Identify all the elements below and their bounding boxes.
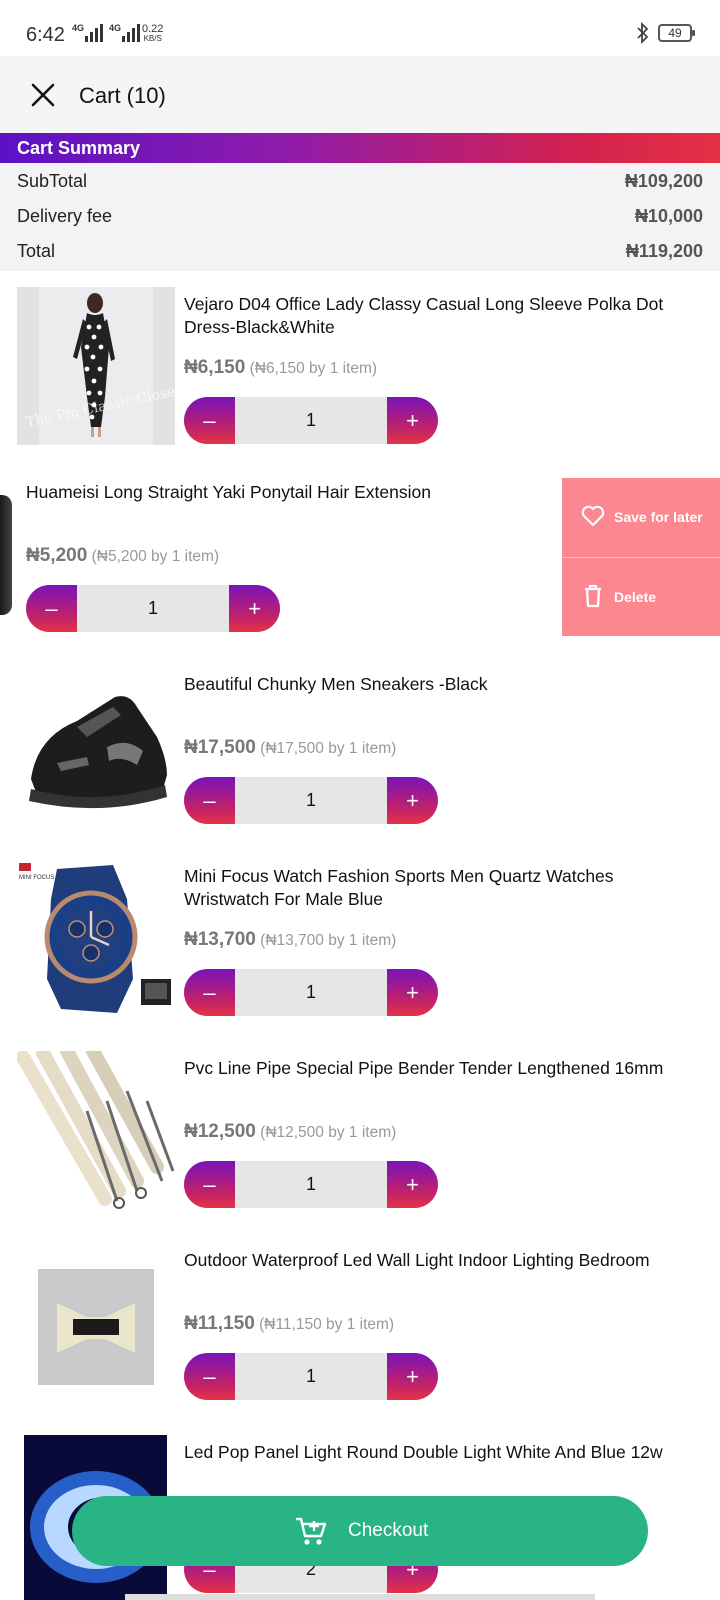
product-title[interactable]: Huameisi Long Straight Yaki Ponytail Hai… xyxy=(26,481,526,504)
quantity-stepper: – 1 + xyxy=(184,969,438,1016)
product-image[interactable] xyxy=(0,495,12,615)
increase-qty-button[interactable]: + xyxy=(387,397,438,444)
heart-icon xyxy=(581,505,605,527)
status-time: 6:42 xyxy=(26,24,65,46)
signal-icon xyxy=(122,24,141,42)
cart-summary: SubTotal ₦109,200 Delivery fee ₦10,000 T… xyxy=(0,163,720,271)
product-image[interactable] xyxy=(17,667,175,825)
quantity-stepper: – 1 + xyxy=(184,1161,438,1208)
product-title[interactable]: Mini Focus Watch Fashion Sports Men Quar… xyxy=(184,865,684,911)
cart-item[interactable]: Beautiful Chunky Men Sneakers -Black ₦17… xyxy=(0,667,720,855)
quantity-value: 1 xyxy=(235,777,387,824)
checkout-button[interactable]: Checkout xyxy=(72,1496,648,1566)
product-title[interactable]: Pvc Line Pipe Special Pipe Bender Tender… xyxy=(184,1057,684,1080)
bottom-scroll-indicator xyxy=(125,1594,595,1600)
sneaker-image xyxy=(29,696,167,809)
quantity-stepper: – 1 + xyxy=(184,777,438,824)
cart-icon xyxy=(296,1517,327,1545)
watch-image: MINI FOCUS xyxy=(19,863,171,1013)
dress-image: The Pin Classic Closet xyxy=(17,287,175,445)
delivery-fee-row: Delivery fee ₦10,000 xyxy=(17,206,703,226)
battery-icon: 49 xyxy=(658,24,695,42)
quantity-value: 1 xyxy=(235,1353,387,1400)
cart-item[interactable]: The Pin Classic Closet Vejaro D04 Office… xyxy=(0,287,720,475)
pipe-bender-image xyxy=(17,1051,175,1209)
signal-icon xyxy=(85,24,104,42)
subtotal-value: ₦109,200 xyxy=(624,171,703,191)
product-image[interactable] xyxy=(17,1243,175,1401)
save-for-later-button[interactable]: Save for later xyxy=(562,478,720,557)
decrease-qty-button[interactable]: – xyxy=(184,1353,235,1400)
trash-icon xyxy=(585,584,601,608)
quantity-value: 1 xyxy=(235,397,387,444)
network-type: 4G xyxy=(109,23,122,33)
status-bar: 6:42 4G 4G 0.22 KB/S 49 xyxy=(0,0,720,56)
product-image[interactable]: MINI FOCUS xyxy=(17,859,175,1017)
page-title: Cart (10) xyxy=(79,83,166,108)
wall-light-image xyxy=(38,1269,154,1385)
increase-qty-button[interactable]: + xyxy=(229,585,280,632)
decrease-qty-button[interactable]: – xyxy=(184,1161,235,1208)
cart-summary-heading: Cart Summary xyxy=(0,133,720,163)
increase-qty-button[interactable]: + xyxy=(387,777,438,824)
close-icon[interactable] xyxy=(26,78,60,112)
product-title[interactable]: Vejaro D04 Office Lady Classy Casual Lon… xyxy=(184,293,684,339)
delivery-fee-value: ₦10,000 xyxy=(634,206,703,226)
quantity-stepper: – 1 + xyxy=(26,585,280,632)
quantity-value: 1 xyxy=(235,1161,387,1208)
total-row: Total ₦119,200 xyxy=(17,241,703,261)
bluetooth-icon xyxy=(637,22,649,44)
decrease-qty-button[interactable]: – xyxy=(184,969,235,1016)
swipe-actions: Save for later Delete xyxy=(562,478,720,636)
product-image[interactable]: The Pin Classic Closet xyxy=(17,287,175,445)
status-right: 49 xyxy=(636,22,695,44)
cart-item[interactable]: Pvc Line Pipe Special Pipe Bender Tender… xyxy=(0,1051,720,1239)
decrease-qty-button[interactable]: – xyxy=(26,585,77,632)
product-price: ₦11,150 (₦11,150 by 1 item) xyxy=(184,1313,395,1334)
increase-qty-button[interactable]: + xyxy=(387,969,438,1016)
quantity-stepper: – 1 + xyxy=(184,397,438,444)
cart-item[interactable]: Outdoor Waterproof Led Wall Light Indoor… xyxy=(0,1243,720,1431)
product-price: ₦17,500 (₦17,500 by 1 item) xyxy=(184,737,397,758)
product-price: ₦12,500 (₦12,500 by 1 item) xyxy=(184,1121,397,1142)
decrease-qty-button[interactable]: – xyxy=(184,397,235,444)
subtotal-row: SubTotal ₦109,200 xyxy=(17,171,703,191)
increase-qty-button[interactable]: + xyxy=(387,1161,438,1208)
watch-brand-text: MINI FOCUS xyxy=(19,875,54,881)
quantity-stepper: – 1 + xyxy=(184,1353,438,1400)
product-title[interactable]: Led Pop Panel Light Round Double Light W… xyxy=(184,1441,684,1464)
decrease-qty-button[interactable]: – xyxy=(184,777,235,824)
app-bar: Cart (10) xyxy=(0,56,720,134)
product-title[interactable]: Outdoor Waterproof Led Wall Light Indoor… xyxy=(184,1249,684,1272)
product-price: ₦13,700 (₦13,700 by 1 item) xyxy=(184,929,397,950)
quantity-value: 1 xyxy=(77,585,229,632)
signal-indicators: 4G 4G xyxy=(72,23,141,42)
network-speed: 0.22 KB/S xyxy=(142,23,164,44)
total-value: ₦119,200 xyxy=(625,241,703,261)
increase-qty-button[interactable]: + xyxy=(387,1353,438,1400)
network-type: 4G xyxy=(72,23,85,33)
product-price: ₦6,150 (₦6,150 by 1 item) xyxy=(184,357,378,378)
product-image[interactable] xyxy=(17,1051,175,1209)
quantity-value: 1 xyxy=(235,969,387,1016)
product-title[interactable]: Beautiful Chunky Men Sneakers -Black xyxy=(184,673,684,696)
delete-button[interactable]: Delete xyxy=(562,558,720,637)
cart-item[interactable]: MINI FOCUS Mini Focus Watch Fashion Spor… xyxy=(0,859,720,1047)
product-price: ₦5,200 (₦5,200 by 1 item) xyxy=(26,545,220,566)
